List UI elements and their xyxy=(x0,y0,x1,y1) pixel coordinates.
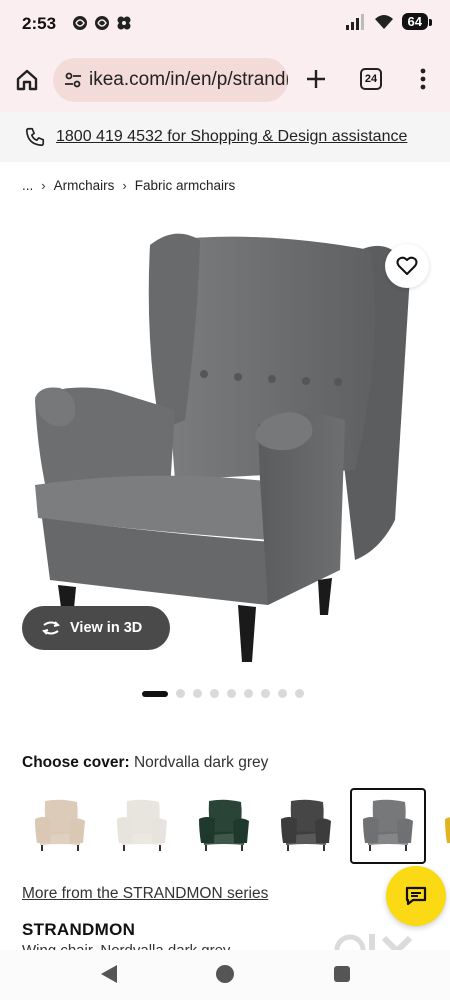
chevron-right-icon: › xyxy=(41,178,46,193)
cover-swatch[interactable] xyxy=(432,788,450,864)
choose-cover-heading: Choose cover: Nordvalla dark grey xyxy=(22,754,268,772)
product-description: Wing chair, Nordvalla dark grey xyxy=(22,942,230,950)
armchair-thumbnail xyxy=(363,799,413,851)
wifi-icon xyxy=(374,14,393,29)
threads-icon xyxy=(94,15,110,31)
armchair-thumbnail xyxy=(117,799,167,851)
cover-swatch[interactable] xyxy=(186,788,262,864)
breadcrumb: ... › Armchairs › Fabric armchairs xyxy=(22,178,235,193)
armchair-thumbnail xyxy=(199,799,249,851)
site-settings-icon[interactable] xyxy=(63,70,83,90)
favourite-button[interactable] xyxy=(385,244,429,288)
cover-swatch[interactable] xyxy=(350,788,426,864)
carousel-dot-active[interactable] xyxy=(142,690,168,697)
status-app-icons xyxy=(72,15,132,31)
carousel-dot[interactable] xyxy=(227,689,236,698)
recents-icon[interactable] xyxy=(334,966,350,982)
chevron-right-icon: › xyxy=(122,178,127,193)
tab-count: 24 xyxy=(364,73,378,85)
pinwheel-icon xyxy=(116,15,132,31)
breadcrumb-item-fabric-armchairs[interactable]: Fabric armchairs xyxy=(135,178,236,193)
more-from-series-link[interactable]: More from the STRANDMON series xyxy=(22,885,268,903)
carousel-dot[interactable] xyxy=(176,689,185,698)
rotate-3d-icon xyxy=(42,621,60,635)
url-text: ikea.com/in/en/p/strandmon xyxy=(89,69,288,90)
more-vert-icon[interactable] xyxy=(415,66,431,92)
armchair-thumbnail xyxy=(35,799,85,851)
armchair-thumbnail xyxy=(281,799,331,851)
view-in-3d-button[interactable]: View in 3D xyxy=(22,606,170,650)
browser-toolbar: ikea.com/in/en/p/strandmon 24 xyxy=(0,50,450,112)
chat-icon xyxy=(405,886,427,906)
carousel-dot[interactable] xyxy=(261,689,270,698)
url-bar[interactable]: ikea.com/in/en/p/strandmon xyxy=(53,58,288,102)
carousel-indicator xyxy=(142,689,304,698)
choose-cover-label: Choose cover: xyxy=(22,754,130,771)
carousel-dot[interactable] xyxy=(244,689,253,698)
heart-icon xyxy=(396,256,418,275)
assistance-banner: 1800 419 4532 for Shopping & Design assi… xyxy=(0,112,450,162)
carousel-dot[interactable] xyxy=(210,689,219,698)
carousel-dot[interactable] xyxy=(193,689,202,698)
status-bar: 2:53 64 xyxy=(0,0,450,50)
signal-icon xyxy=(345,13,364,30)
tab-switcher-button[interactable]: 24 xyxy=(360,68,382,90)
phone-icon xyxy=(25,127,45,147)
new-tab-icon[interactable] xyxy=(303,66,329,92)
carousel-dot[interactable] xyxy=(295,689,304,698)
cover-swatches xyxy=(22,788,450,864)
product-name: STRANDMON xyxy=(22,920,136,939)
view-in-3d-label: View in 3D xyxy=(70,620,143,636)
battery-level: 64 xyxy=(401,13,433,30)
home-icon[interactable] xyxy=(14,67,40,93)
armchair-thumbnail xyxy=(445,817,450,845)
cover-swatch[interactable] xyxy=(104,788,180,864)
breadcrumb-item-armchairs[interactable]: Armchairs xyxy=(54,178,115,193)
chat-button[interactable] xyxy=(386,866,446,926)
carousel-dot[interactable] xyxy=(278,689,287,698)
cover-swatch[interactable] xyxy=(268,788,344,864)
threads-icon xyxy=(72,15,88,31)
status-time: 2:53 xyxy=(22,14,57,33)
cover-swatch[interactable] xyxy=(22,788,98,864)
breadcrumb-ellipsis[interactable]: ... xyxy=(22,178,33,193)
home-nav-icon[interactable] xyxy=(216,965,234,983)
status-indicators: 64 xyxy=(345,13,433,30)
back-icon[interactable] xyxy=(100,964,118,984)
choose-cover-value: Nordvalla dark grey xyxy=(133,754,269,771)
assistance-phone-link[interactable]: 1800 419 4532 for Shopping & Design assi… xyxy=(56,128,407,146)
